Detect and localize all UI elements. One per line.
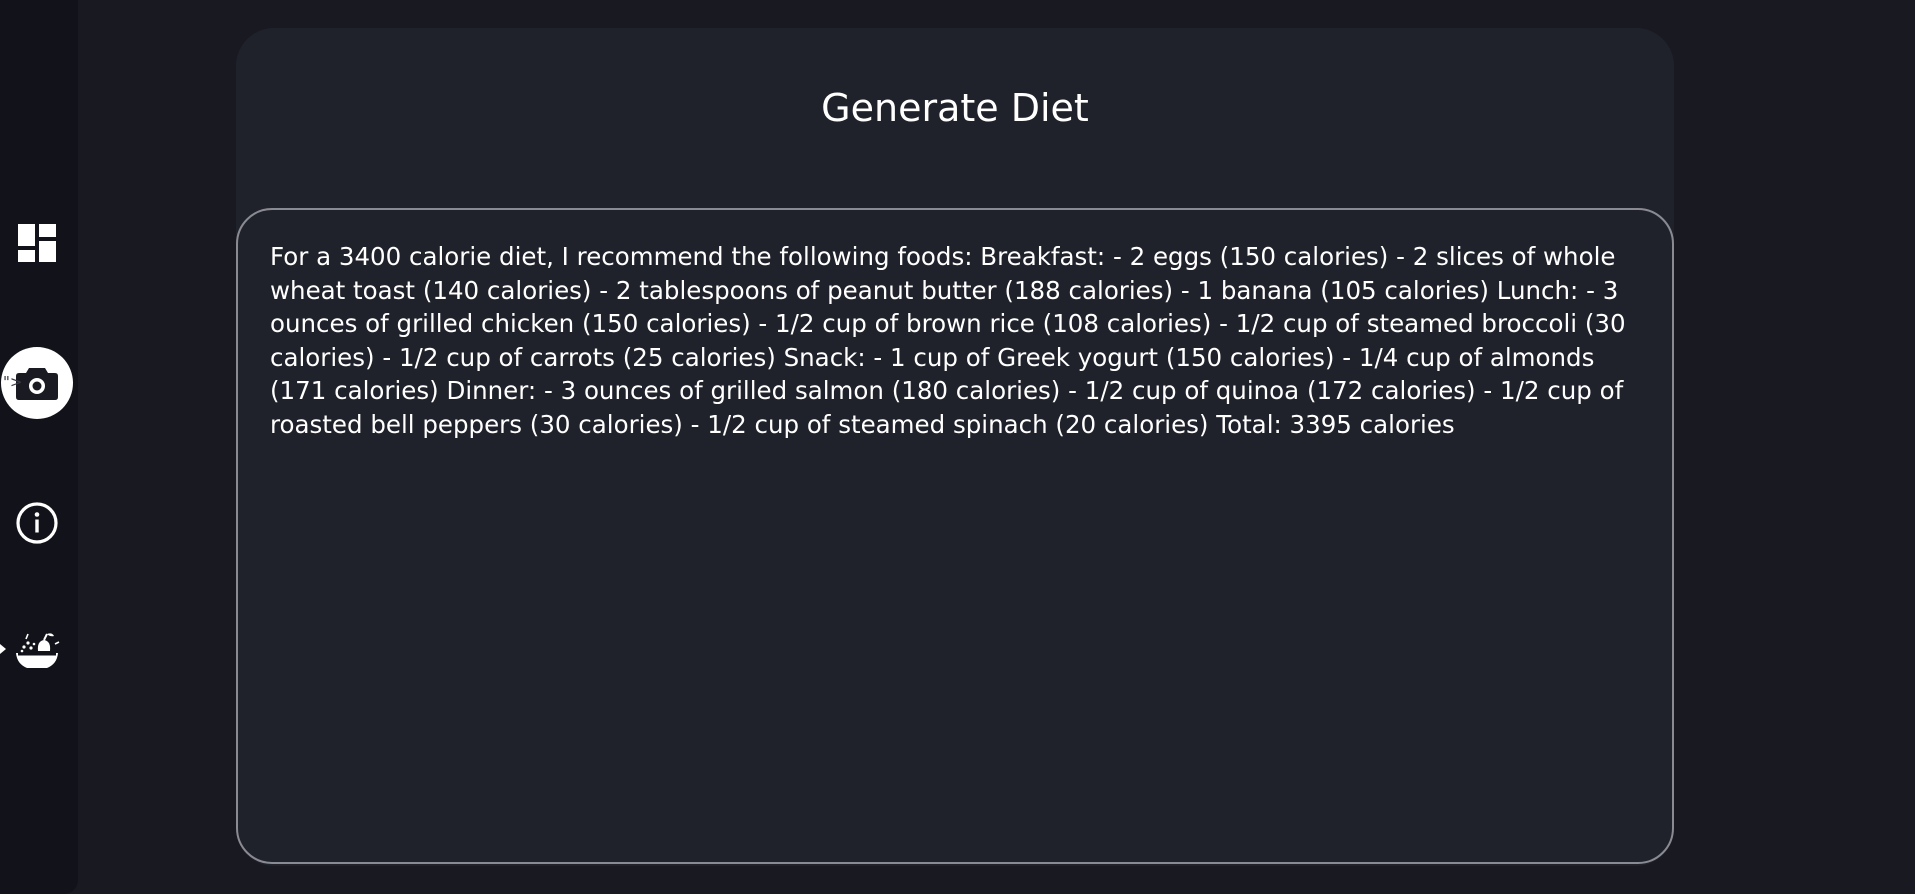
sidebar: "> [0,0,78,894]
sidebar-item-dashboard[interactable] [1,207,73,279]
fruit-bowl-icon [14,630,60,672]
dashboard-icon [18,224,56,262]
info-icon [15,501,59,545]
sidebar-item-info[interactable] [1,487,73,559]
stray-markup-text: "> [3,373,23,391]
sidebar-item-diet[interactable] [1,615,73,687]
generate-diet-card: Generate Diet For a 3400 calorie diet, I… [236,28,1674,866]
page-title: Generate Diet [821,86,1089,130]
stray-arrow-glyph [0,644,6,654]
diet-output-text: For a 3400 calorie diet, I recommend the… [270,242,1626,439]
diet-output-box: For a 3400 calorie diet, I recommend the… [236,208,1674,864]
